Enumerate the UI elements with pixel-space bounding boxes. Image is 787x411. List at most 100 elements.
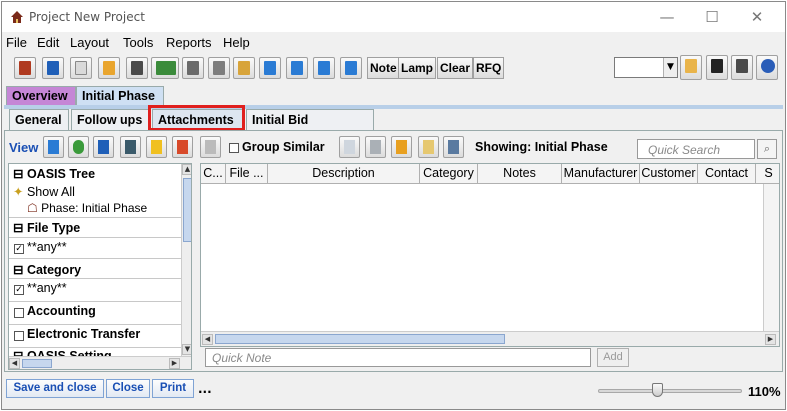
tree-scroll-thumb[interactable] bbox=[183, 178, 191, 242]
keyboard-icon[interactable] bbox=[208, 57, 230, 79]
quick-search-placeholder: Quick Search bbox=[648, 143, 721, 157]
dollar-3-icon[interactable] bbox=[706, 55, 728, 80]
people-icon[interactable] bbox=[172, 136, 193, 158]
save-icon[interactable] bbox=[93, 136, 114, 158]
tree-separator bbox=[9, 258, 181, 259]
quick-search-input[interactable]: Quick Search bbox=[637, 139, 755, 159]
tree-separator bbox=[9, 324, 181, 325]
clipboard-icon[interactable] bbox=[182, 57, 204, 79]
file-type-any-checkbox[interactable]: ✓ bbox=[14, 244, 24, 254]
tablet-icon[interactable] bbox=[731, 55, 753, 80]
print-button[interactable]: Print bbox=[152, 379, 194, 398]
tree-header-category[interactable]: ⊟ Category bbox=[13, 262, 81, 277]
tree-left-icon[interactable] bbox=[259, 57, 281, 79]
electronic-transfer-checkbox[interactable] bbox=[14, 331, 24, 341]
view-label: View bbox=[9, 140, 39, 155]
column-header-description[interactable]: Description bbox=[268, 164, 420, 184]
tree-phase-item[interactable]: ☖ Phase: Initial Phase bbox=[27, 201, 147, 215]
quick-note-input[interactable]: Quick Note bbox=[205, 348, 591, 367]
wrench-doc-icon[interactable] bbox=[233, 57, 255, 79]
scanner-icon[interactable] bbox=[443, 136, 464, 158]
print-icon[interactable] bbox=[126, 57, 148, 79]
scroll-down-icon[interactable]: ▼ bbox=[182, 344, 191, 355]
wrench-icon[interactable] bbox=[200, 136, 221, 158]
scroll-up-icon[interactable]: ▲ bbox=[182, 164, 191, 175]
new-doc-icon[interactable] bbox=[43, 136, 64, 158]
star-icon[interactable] bbox=[146, 136, 167, 158]
tree-header-file-type[interactable]: ⊟ File Type bbox=[13, 220, 80, 235]
save-and-close-button[interactable]: Save and close bbox=[6, 379, 104, 398]
app-house-icon bbox=[11, 11, 23, 23]
menu-reports[interactable]: Reports bbox=[166, 35, 212, 50]
save-icon[interactable] bbox=[42, 57, 64, 79]
clipboard-doc-icon[interactable] bbox=[680, 55, 702, 80]
tab-overview[interactable]: Overview bbox=[6, 86, 76, 106]
refresh-icon[interactable] bbox=[68, 136, 89, 158]
tree-separator bbox=[9, 278, 181, 279]
scroll-right-icon[interactable]: ▶ bbox=[765, 334, 776, 345]
folder-doc-icon[interactable] bbox=[98, 57, 120, 79]
note-button[interactable]: Note bbox=[367, 57, 400, 79]
tree-down-icon[interactable] bbox=[340, 57, 362, 79]
tree-up-icon[interactable] bbox=[313, 57, 335, 79]
tab-general[interactable]: General bbox=[9, 109, 69, 130]
accounting-checkbox[interactable] bbox=[14, 308, 24, 318]
page-icon[interactable] bbox=[339, 136, 360, 158]
maximize-button[interactable]: ☐ bbox=[694, 6, 730, 28]
tree-horizontal-scrollbar[interactable]: ◀ ▶ bbox=[9, 356, 191, 369]
note-page-icon[interactable] bbox=[418, 136, 439, 158]
scroll-left-icon[interactable]: ◀ bbox=[202, 334, 213, 345]
lamp-button[interactable]: Lamp bbox=[398, 57, 437, 79]
column-header-contact[interactable]: Contact bbox=[698, 164, 756, 184]
menu-file[interactable]: File bbox=[6, 35, 27, 50]
tree-show-all[interactable]: ✦ Show All bbox=[13, 184, 75, 199]
add-note-button[interactable]: Add bbox=[597, 348, 629, 367]
table-vertical-scrollbar[interactable] bbox=[763, 184, 779, 331]
tree-vertical-scrollbar[interactable]: ▲ ▼ bbox=[181, 164, 191, 356]
menu-edit[interactable]: Edit bbox=[37, 35, 59, 50]
menu-tools[interactable]: Tools bbox=[123, 35, 153, 50]
column-header-customer[interactable]: Customer bbox=[640, 164, 698, 184]
tab-initial-phase[interactable]: Initial Phase bbox=[76, 86, 164, 106]
search-icon[interactable]: ⌕ bbox=[757, 139, 777, 159]
table-horizontal-scrollbar[interactable]: ◀ ▶ bbox=[201, 331, 779, 346]
scroll-right-icon[interactable]: ▶ bbox=[169, 358, 180, 369]
tree-separator bbox=[9, 217, 181, 218]
column-header-manufacturer[interactable]: Manufacturer bbox=[562, 164, 640, 184]
po-icon[interactable] bbox=[151, 57, 179, 79]
folder-icon[interactable] bbox=[391, 136, 412, 158]
close-window-button[interactable]: ✕ bbox=[739, 6, 775, 28]
document-icon[interactable] bbox=[70, 57, 92, 79]
zoom-slider-knob[interactable] bbox=[652, 383, 663, 397]
column-header-category[interactable]: Category bbox=[420, 164, 478, 184]
trash-icon[interactable] bbox=[120, 136, 141, 158]
layout-combo[interactable]: ▼ bbox=[614, 57, 678, 78]
minimize-button[interactable]: — bbox=[649, 6, 685, 28]
scroll-left-icon[interactable]: ◀ bbox=[9, 358, 20, 369]
column-header-c[interactable]: C... bbox=[201, 164, 226, 184]
menu-layout[interactable]: Layout bbox=[70, 35, 109, 50]
table-hscroll-thumb[interactable] bbox=[215, 334, 505, 344]
column-header-file[interactable]: File ... bbox=[226, 164, 268, 184]
view-toolbar: View Group Similar Showing: Initial Phas… bbox=[5, 136, 782, 160]
column-header-s[interactable]: S bbox=[756, 164, 779, 184]
tree-right-icon[interactable] bbox=[286, 57, 308, 79]
group-similar-checkbox[interactable] bbox=[229, 143, 239, 153]
showing-label: Showing: Initial Phase bbox=[475, 140, 608, 154]
envelope-icon[interactable] bbox=[365, 136, 386, 158]
column-header-notes[interactable]: Notes bbox=[478, 164, 562, 184]
tab-follow-ups[interactable]: Follow ups bbox=[71, 109, 149, 130]
chevron-down-icon: ▼ bbox=[663, 58, 677, 77]
tab-initial-bid[interactable]: Initial Bid (09/06/19) bbox=[246, 109, 374, 147]
clear-button[interactable]: Clear bbox=[437, 57, 474, 79]
close-button[interactable]: Close bbox=[106, 379, 150, 398]
category-any-checkbox[interactable]: ✓ bbox=[14, 285, 24, 295]
oasis-tree-pane: ⊟ OASIS Tree ✦ Show All ☖ Phase: Initial… bbox=[8, 163, 192, 370]
rfq-button[interactable]: RFQ bbox=[473, 57, 505, 79]
home-icon[interactable] bbox=[14, 57, 36, 79]
zoom-slider[interactable] bbox=[598, 389, 742, 393]
tree-header-oasis[interactable]: ⊟ OASIS Tree bbox=[13, 166, 95, 181]
help-icon[interactable] bbox=[756, 55, 778, 80]
menu-help[interactable]: Help bbox=[223, 35, 250, 50]
tree-hscroll-thumb[interactable] bbox=[22, 359, 52, 368]
